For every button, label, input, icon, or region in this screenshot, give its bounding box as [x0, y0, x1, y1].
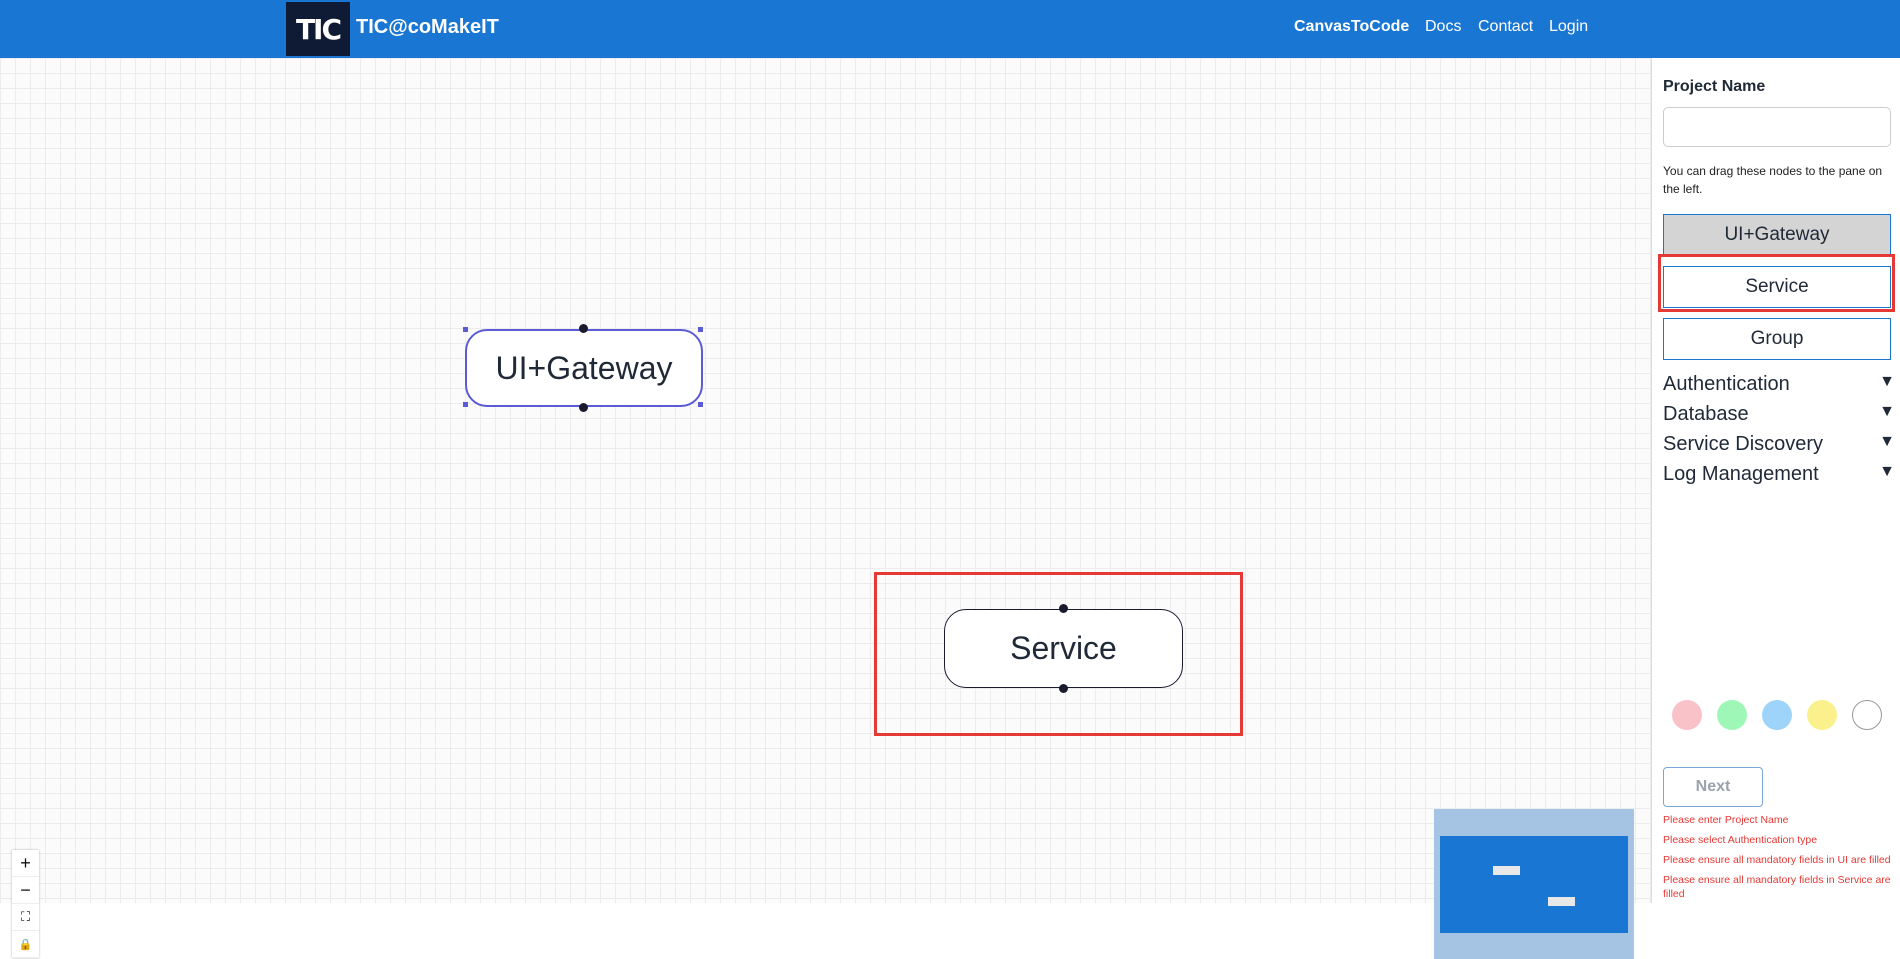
- project-name-input[interactable]: [1663, 107, 1891, 147]
- nav-docs[interactable]: Docs: [1425, 18, 1461, 36]
- color-swatch-white[interactable]: [1852, 700, 1882, 730]
- triangle-down-icon: ▼: [1879, 403, 1895, 420]
- triangle-down-icon: ▼: [1879, 373, 1895, 390]
- nav-login[interactable]: Login: [1549, 18, 1588, 36]
- color-swatch-pink[interactable]: [1672, 700, 1702, 730]
- top-navbar: TIC TIC@coMakeIT CanvasToCode Docs Conta…: [0, 0, 1900, 58]
- minimap-node: [1493, 866, 1520, 875]
- color-swatch-yellow[interactable]: [1807, 700, 1837, 730]
- accordion-label: Authentication: [1663, 373, 1790, 395]
- color-swatch-blue[interactable]: [1762, 700, 1792, 730]
- zoom-out-button[interactable]: −: [12, 877, 39, 904]
- logo-text: TIC: [295, 12, 342, 46]
- error-message: Please ensure all mandatory fields in UI…: [1663, 854, 1891, 866]
- triangle-down-icon: ▼: [1879, 433, 1895, 450]
- resize-corner[interactable]: [463, 402, 468, 407]
- nav-contact[interactable]: Contact: [1478, 18, 1533, 36]
- minimap[interactable]: [1434, 809, 1634, 959]
- node-top-handle[interactable]: [579, 324, 588, 333]
- canvas-controls: + − ⛶ 🔒: [12, 850, 39, 958]
- error-message: Please enter Project Name: [1663, 814, 1789, 826]
- triangle-down-icon: ▼: [1879, 463, 1895, 480]
- accordion-label: Log Management: [1663, 463, 1819, 485]
- accordion-log-management[interactable]: Log Management ▼: [1663, 463, 1895, 486]
- color-swatch-green[interactable]: [1717, 700, 1747, 730]
- accordion-label: Service Discovery: [1663, 433, 1824, 455]
- accordion-database[interactable]: Database ▼: [1663, 403, 1895, 426]
- resize-corner[interactable]: [698, 327, 703, 332]
- accordion-label: Database: [1663, 403, 1749, 425]
- resize-corner[interactable]: [463, 327, 468, 332]
- highlight-box: [874, 572, 1243, 736]
- error-message: Please ensure all mandatory fields in Se…: [1663, 874, 1891, 900]
- accordion-service-discovery[interactable]: Service Discovery ▼: [1663, 433, 1895, 456]
- project-name-label: Project Name: [1663, 78, 1766, 95]
- highlight-box: [1658, 254, 1895, 312]
- node-bottom-handle[interactable]: [579, 403, 588, 412]
- resize-corner[interactable]: [698, 402, 703, 407]
- zoom-in-button[interactable]: +: [12, 850, 39, 877]
- minimap-viewport[interactable]: [1440, 836, 1628, 933]
- nav-canvastocode[interactable]: CanvasToCode: [1294, 18, 1409, 36]
- error-message: Please select Authentication type: [1663, 834, 1818, 846]
- flow-canvas[interactable]: UI+Gateway Service + − ⛶ 🔒: [0, 58, 1651, 959]
- drag-node-group[interactable]: Group: [1663, 318, 1891, 360]
- sidebar: Project Name You can drag these nodes to…: [1651, 58, 1900, 903]
- node-label: UI+Gateway: [495, 349, 673, 386]
- accordion-authentication[interactable]: Authentication ▼: [1663, 373, 1895, 396]
- tic-logo[interactable]: TIC: [286, 2, 350, 56]
- canvas-node-ui-gateway[interactable]: UI+Gateway: [465, 329, 703, 407]
- brand-name[interactable]: TIC@coMakeIT: [356, 16, 499, 39]
- drag-hint: You can drag these nodes to the pane on …: [1663, 164, 1883, 196]
- fit-view-button[interactable]: ⛶: [12, 904, 39, 931]
- next-button[interactable]: Next: [1663, 767, 1763, 807]
- lock-button[interactable]: 🔒: [12, 931, 39, 958]
- minimap-node: [1548, 897, 1575, 906]
- drag-node-ui-gateway[interactable]: UI+Gateway: [1663, 214, 1891, 256]
